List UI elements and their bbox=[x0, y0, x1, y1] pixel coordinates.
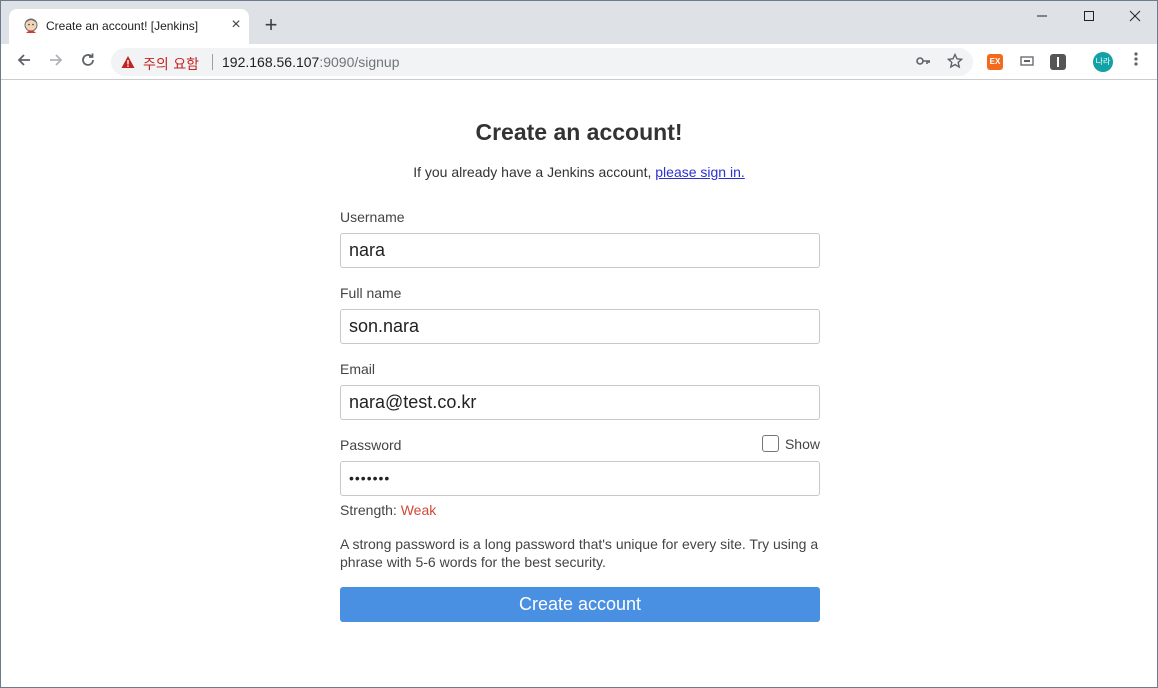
profile-avatar[interactable]: 나라 bbox=[1093, 52, 1113, 72]
fullname-input[interactable]: son.nara bbox=[340, 309, 820, 344]
warning-icon[interactable] bbox=[121, 55, 135, 69]
create-account-button[interactable]: Create account bbox=[340, 587, 820, 622]
username-group: Username nara bbox=[340, 209, 820, 268]
show-password-checkbox[interactable] bbox=[761, 435, 779, 452]
back-icon[interactable] bbox=[13, 51, 35, 73]
browser-menu-icon[interactable] bbox=[1127, 51, 1145, 73]
page-title: Create an account! bbox=[475, 119, 683, 145]
tab-strip: Create an account! [Jenkins] × + bbox=[1, 1, 1157, 44]
email-group: Email nara@test.co.kr bbox=[340, 361, 820, 420]
password-strength: Strength: Weak bbox=[340, 502, 820, 518]
maximize-icon[interactable] bbox=[1074, 7, 1104, 27]
minimize-icon[interactable] bbox=[1027, 7, 1057, 27]
window-close-icon[interactable] bbox=[1120, 7, 1150, 27]
password-input[interactable]: ••••••• bbox=[340, 461, 820, 496]
tab-title: Create an account! [Jenkins] bbox=[46, 19, 199, 33]
password-label: Password bbox=[340, 437, 402, 453]
extension-ex-icon[interactable]: EX bbox=[987, 54, 1003, 70]
reload-icon[interactable] bbox=[77, 51, 99, 73]
url-text[interactable]: 192.168.56.107:9090/signup bbox=[222, 54, 400, 70]
extension-info-icon[interactable] bbox=[1050, 54, 1066, 70]
address-bar[interactable]: 주의 요함 192.168.56.107:9090/signup bbox=[111, 48, 973, 76]
username-label: Username bbox=[340, 209, 405, 225]
signup-form: Username nara Full name son.nara Email n… bbox=[340, 209, 820, 622]
strength-label: Strength: bbox=[340, 502, 401, 518]
page-content: Create an account! If you already have a… bbox=[1, 81, 1157, 687]
forward-icon[interactable] bbox=[45, 51, 67, 73]
strength-value: Weak bbox=[400, 502, 437, 518]
bookmark-star-icon[interactable] bbox=[946, 52, 964, 71]
show-password-label[interactable]: Show bbox=[785, 436, 820, 452]
browser-toolbar: 주의 요함 192.168.56.107:9090/signup EX 나라 bbox=[1, 44, 1157, 80]
fullname-label: Full name bbox=[340, 285, 402, 301]
security-warning-label[interactable]: 주의 요함 bbox=[143, 54, 199, 74]
fullname-group: Full name son.nara bbox=[340, 285, 820, 344]
password-hint: A strong password is a long password tha… bbox=[340, 536, 819, 570]
password-group: Password Show ••••••• bbox=[340, 435, 820, 496]
new-tab-icon[interactable]: + bbox=[260, 14, 282, 37]
email-label: Email bbox=[340, 361, 376, 377]
browser-tab[interactable]: Create an account! [Jenkins] × bbox=[9, 9, 249, 44]
extension-screen-icon[interactable] bbox=[1019, 54, 1035, 70]
omnibox-divider bbox=[212, 54, 213, 70]
show-password-toggle[interactable]: Show bbox=[761, 435, 820, 452]
browser-window: Create an account! [Jenkins] × + 주의 요함 1… bbox=[0, 0, 1158, 688]
jenkins-icon bbox=[24, 18, 38, 33]
sign-in-link[interactable]: please sign in. bbox=[655, 164, 745, 180]
signin-prompt: If you already have a Jenkins account, p… bbox=[413, 164, 745, 180]
username-input[interactable]: nara bbox=[340, 233, 820, 268]
tab-close-icon[interactable]: × bbox=[227, 16, 245, 34]
email-input[interactable]: nara@test.co.kr bbox=[340, 385, 820, 420]
key-icon[interactable] bbox=[914, 53, 932, 71]
